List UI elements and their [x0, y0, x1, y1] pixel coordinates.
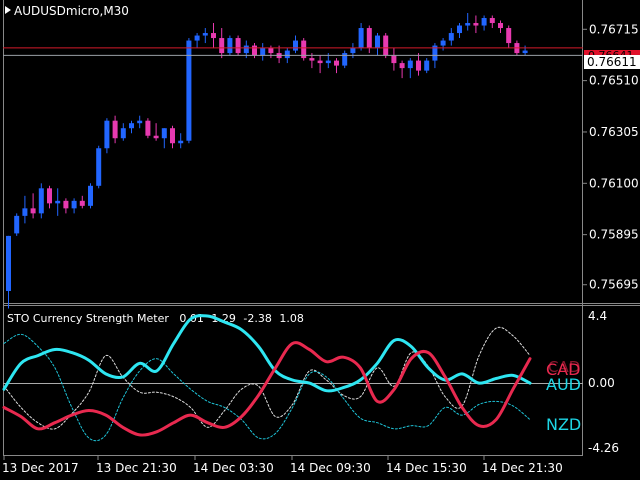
time-tick-label: 14 Dec 21:30 — [482, 461, 563, 475]
symbol-header: AUDUSDmicro,M30 — [5, 4, 129, 18]
candle-body — [260, 48, 266, 56]
candle-body — [465, 23, 471, 26]
time-tick-label: 14 Dec 15:30 — [386, 461, 467, 475]
candle-body — [30, 208, 36, 214]
candle-body — [252, 45, 257, 56]
candle[interactable] — [96, 145, 102, 189]
candle-body — [211, 33, 216, 39]
candle[interactable] — [227, 35, 233, 56]
chart-title: AUDUSDmicro,M30 — [14, 4, 129, 18]
candle[interactable] — [145, 118, 151, 139]
candle-body — [309, 58, 315, 61]
indicator-tick-zero: 0.00 — [588, 376, 615, 390]
candle-body — [194, 35, 200, 41]
candle-body — [120, 128, 126, 139]
candle-body — [6, 235, 11, 291]
current-price-label: 0.76611 — [587, 55, 637, 69]
candle-body — [366, 28, 372, 49]
candle-body — [129, 123, 134, 129]
indicator-tick-bottom: -4.26 — [588, 441, 619, 455]
candle-body — [293, 40, 298, 51]
price-tick-label: 0.75895 — [589, 228, 639, 242]
chart-window[interactable]: AUDUSDmicro,M30 0.76715 0.76510 0.76305 0.7… — [0, 0, 640, 480]
candle-body — [112, 120, 118, 139]
time-tick-label: 13 Dec 21:30 — [96, 461, 177, 475]
candle-body — [448, 33, 454, 41]
candle[interactable] — [14, 213, 20, 236]
candle-body — [350, 48, 356, 54]
candle-body — [498, 23, 503, 29]
indicator-value-4: 1.08 — [279, 312, 304, 325]
candle-body — [334, 60, 339, 66]
candle[interactable] — [38, 183, 44, 219]
price-tick-label: 0.76305 — [589, 125, 639, 139]
price-tick-label: 0.75695 — [589, 278, 639, 292]
candle[interactable] — [383, 33, 389, 59]
candle-body — [522, 50, 528, 54]
time-tick-label: 14 Dec 09:30 — [290, 461, 371, 475]
label-nzd: NZD — [546, 415, 581, 434]
candle-body — [358, 28, 364, 49]
candle-body — [161, 128, 167, 139]
candle-body — [375, 35, 380, 49]
indicator-title: STO Currency Strength Meter — [7, 312, 169, 325]
candle-body — [481, 18, 487, 26]
candle-body — [170, 128, 175, 144]
candle-body — [284, 50, 290, 59]
candle-body — [243, 45, 249, 54]
candle-body — [317, 60, 323, 64]
indicator-header: STO Currency Strength Meter 0.01 1.29 -2… — [7, 312, 304, 325]
candle-body — [38, 188, 44, 214]
indicator-value-3: -2.38 — [243, 312, 271, 325]
candle-body — [391, 55, 397, 64]
candle-body — [96, 148, 102, 186]
candle-body — [489, 18, 495, 24]
candle-body — [325, 60, 331, 64]
candle[interactable] — [88, 183, 93, 209]
candle[interactable] — [301, 38, 307, 61]
time-tick-label: 13 Dec 2017 — [2, 461, 79, 475]
candle-body — [145, 120, 151, 136]
candle-body — [506, 28, 512, 44]
candle-body — [473, 23, 479, 26]
candle-body — [407, 60, 413, 69]
candle-body — [153, 135, 159, 139]
candle[interactable] — [104, 118, 110, 154]
label-aud: AUD — [546, 375, 581, 394]
price-tick-label: 0.76510 — [589, 74, 639, 88]
price-tick-label: 0.76100 — [589, 176, 639, 190]
candle-body — [71, 200, 77, 209]
candle-body — [424, 60, 430, 71]
candle-body — [22, 208, 28, 216]
candle-body — [63, 200, 69, 209]
candle-body — [55, 200, 61, 204]
candle-body — [383, 35, 389, 56]
candle-body — [416, 60, 421, 71]
candle-body — [235, 38, 241, 54]
candle-body — [178, 140, 184, 144]
candle-body — [399, 63, 405, 69]
candle-body — [440, 40, 446, 46]
candle[interactable] — [235, 35, 241, 56]
candle-body — [202, 33, 208, 36]
candle-body — [137, 120, 143, 124]
candle-body — [227, 38, 233, 54]
candle-body — [79, 200, 85, 206]
candle[interactable] — [342, 50, 348, 69]
candle[interactable] — [186, 38, 192, 144]
candle-body — [457, 25, 462, 34]
candle-body — [104, 120, 110, 149]
candle-body — [14, 215, 20, 234]
price-tick-label: 0.76715 — [589, 22, 639, 36]
indicator-tick-top: 4.4 — [588, 309, 607, 323]
candle-body — [268, 48, 274, 54]
svg-text:STO Currency Strength Meter: STO Currency Strength Meter 0.01 1.29 -2… — [7, 312, 304, 325]
candle-body — [219, 38, 225, 54]
current-price-marker: 0.76641 0.76611 — [584, 49, 640, 69]
candle-body — [47, 188, 52, 204]
candle-body — [88, 185, 93, 206]
time-tick-label: 14 Dec 03:30 — [193, 461, 274, 475]
